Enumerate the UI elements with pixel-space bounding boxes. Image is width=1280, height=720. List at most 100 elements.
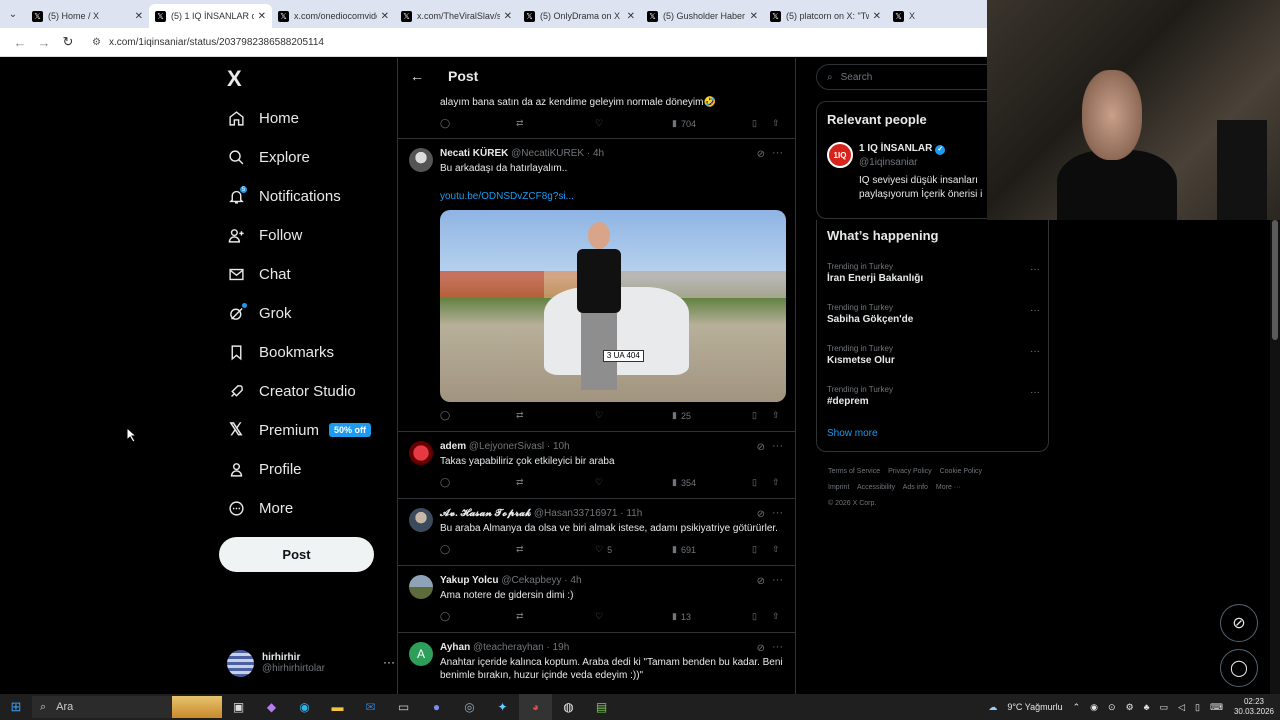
reply-icon[interactable]: ◯	[440, 118, 450, 129]
share-icon[interactable]: ⇧	[772, 477, 780, 488]
footer-link[interactable]: More ···	[936, 484, 961, 491]
sidebar-item-creator-studio[interactable]: Creator Studio	[227, 377, 356, 405]
tweet[interactable]: Yakup Yolcu @Cekapbeyy · 4h ⊘ ··· Ama no…	[398, 567, 795, 633]
notepad-icon[interactable]: ▤	[585, 694, 618, 720]
clock[interactable]: 02:23 30.03.2026	[1234, 697, 1274, 717]
edge-icon[interactable]: ◉	[288, 694, 321, 720]
share-icon[interactable]: ⇧	[772, 544, 780, 555]
taskbar-search[interactable]: ⌕ Ara	[32, 696, 222, 718]
discord-icon[interactable]: ●	[420, 694, 453, 720]
browser-tab[interactable]: 𝕏 (5) Gusholder Haber ✕	[641, 4, 764, 28]
sidebar-item-chat[interactable]: Chat	[227, 260, 291, 288]
post-button[interactable]: Post	[219, 537, 374, 572]
bookmark-icon[interactable]: ▯	[752, 611, 757, 622]
tweet-link[interactable]: youtu.be/ODNSDvZCF8g?si...	[440, 190, 790, 203]
account-switcher[interactable]: hirhirhir @hirhirhirtolar ···	[227, 648, 395, 678]
folder-icon[interactable]: ▭	[387, 694, 420, 720]
avatar[interactable]: 1IQ	[827, 142, 853, 168]
close-tab-icon[interactable]: ✕	[873, 11, 881, 22]
tray-app-icon[interactable]: ⊙	[1108, 702, 1116, 713]
views-icon[interactable]: ▮ 354	[672, 477, 696, 488]
more-icon[interactable]: ···	[772, 574, 783, 586]
views-icon[interactable]: ▮ 704	[672, 118, 696, 129]
views-icon[interactable]: ▮ 691	[672, 544, 696, 555]
sidebar-item-bookmarks[interactable]: Bookmarks	[227, 338, 334, 366]
footer-link[interactable]: Imprint	[828, 484, 849, 491]
retweet-icon[interactable]: ⇄	[516, 544, 524, 555]
footer-link[interactable]: Accessibility	[857, 484, 895, 491]
network-icon[interactable]: ▭	[1160, 702, 1169, 713]
more-icon[interactable]: ···	[772, 641, 783, 653]
bookmark-icon[interactable]: ▯	[752, 118, 757, 129]
obs-icon[interactable]: ◍	[552, 694, 585, 720]
browser-tab[interactable]: 𝕏x.com/TheViralSlav/st ✕	[395, 4, 518, 28]
more-icon[interactable]: ···	[772, 440, 783, 452]
tray-chevron-icon[interactable]: ⌃	[1073, 702, 1081, 713]
copilot-icon[interactable]: ◆	[255, 694, 288, 720]
forward-arrow-icon[interactable]: →	[32, 35, 56, 50]
tweet[interactable]: 𝓐𝓿. 𝓗𝓪𝓼𝓪𝓷 𝓣𝓸𝓹𝓻𝓪𝓴 @Hasan33716971 · 11h ⊘ …	[398, 500, 795, 566]
retweet-icon[interactable]: ⇄	[516, 118, 524, 129]
sidebar-item-follow[interactable]: Follow	[227, 221, 302, 249]
weather-icon[interactable]: ☁	[988, 702, 997, 713]
sidebar-item-explore[interactable]: Explore	[227, 143, 310, 171]
like-icon[interactable]: ♡	[595, 410, 603, 421]
task-view-icon[interactable]: ▣	[222, 694, 255, 720]
bookmark-icon[interactable]: ▯	[752, 544, 757, 555]
retweet-icon[interactable]: ⇄	[516, 410, 524, 421]
sidebar-item-more[interactable]: More	[227, 494, 293, 522]
footer-link[interactable]: Cookie Policy	[940, 468, 982, 475]
windows-start-icon[interactable]: ⊞	[0, 699, 32, 715]
close-tab-icon[interactable]: ✕	[258, 11, 266, 22]
footer-link[interactable]: Privacy Policy	[888, 468, 932, 475]
reply-icon[interactable]: ◯	[440, 477, 450, 488]
like-icon[interactable]: ♡	[595, 118, 603, 129]
grok-icon[interactable]: ⊘	[757, 576, 765, 587]
share-icon[interactable]: ⇧	[772, 118, 780, 129]
footer-link[interactable]: Terms of Service	[828, 468, 880, 475]
avatar[interactable]	[409, 441, 433, 465]
grok-fab-button[interactable]: ⊘	[1220, 604, 1258, 642]
browser-tab[interactable]: 𝕏x.com/onediocomvideo✕	[272, 4, 395, 28]
views-icon[interactable]: ▮ 13	[672, 611, 691, 622]
grok-icon[interactable]: ⊘	[757, 442, 765, 453]
close-tab-icon[interactable]: ✕	[627, 11, 635, 22]
tray-app-icon[interactable]: ♣	[1144, 702, 1150, 712]
tweet[interactable]: A Ayhan @teacherayhan · 19h ⊘ ··· Anahta…	[398, 634, 795, 694]
more-icon[interactable]: ···	[772, 147, 783, 159]
more-icon[interactable]: ···	[1030, 305, 1040, 316]
sidebar-item-premium[interactable]: 𝕏 Premium 50% off	[227, 416, 372, 444]
browser-tab[interactable]: 𝕏 (5) OnlyDrama on X ✕	[518, 4, 641, 28]
sidebar-item-grok[interactable]: Grok	[227, 299, 292, 327]
share-icon[interactable]: ⇧	[772, 611, 780, 622]
trend-item[interactable]: Trending in Turkey #deprem ···	[827, 385, 1042, 407]
trend-item[interactable]: Trending in Turkey İran Enerji Bakanlığı ·…	[827, 262, 1042, 284]
grok-icon[interactable]: ⊘	[757, 149, 765, 160]
browser-tab[interactable]: 𝕏 (5) Home / X ✕	[26, 4, 149, 28]
search-input[interactable]: ⌕ Search	[816, 64, 996, 90]
sidebar-item-notifications[interactable]: 5 Notifications	[227, 182, 341, 210]
battery-icon[interactable]: ▯	[1195, 702, 1200, 713]
like-icon[interactable]: ♡	[595, 611, 603, 622]
back-arrow-icon[interactable]: ←	[8, 35, 32, 50]
tweet-image[interactable]: 3 UA 404	[440, 210, 786, 402]
tray-app-icon[interactable]: ⚙	[1126, 702, 1134, 713]
close-tab-icon[interactable]: ✕	[135, 11, 143, 22]
close-tab-icon[interactable]: ✕	[750, 11, 758, 22]
close-tab-icon[interactable]: ✕	[381, 11, 389, 22]
avatar[interactable]	[409, 575, 433, 599]
views-icon[interactable]: ▮ 25	[672, 410, 691, 421]
retweet-icon[interactable]: ⇄	[516, 611, 524, 622]
tweet[interactable]: adem @LejyonerSivasl · 10h ⊘ ··· Takas y…	[398, 433, 795, 499]
retweet-icon[interactable]: ⇄	[516, 477, 524, 488]
back-arrow-icon[interactable]: ←	[410, 68, 424, 84]
speaker-icon[interactable]: ◁	[1178, 702, 1185, 713]
trend-item[interactable]: Trending in Turkey Kısmetse Olur ···	[827, 344, 1042, 366]
browser-tab[interactable]: 𝕏X	[887, 4, 947, 28]
browser-tab-active[interactable]: 𝕏(5) 1 IQ İNSANLAR on X✕	[149, 4, 272, 28]
scrollbar[interactable]	[1270, 220, 1280, 694]
tray-app-icon[interactable]: ◉	[1090, 702, 1098, 713]
reload-icon[interactable]: ↻	[56, 34, 80, 50]
more-icon[interactable]: ···	[1030, 346, 1040, 357]
like-icon[interactable]: ♡ 5	[595, 544, 612, 555]
